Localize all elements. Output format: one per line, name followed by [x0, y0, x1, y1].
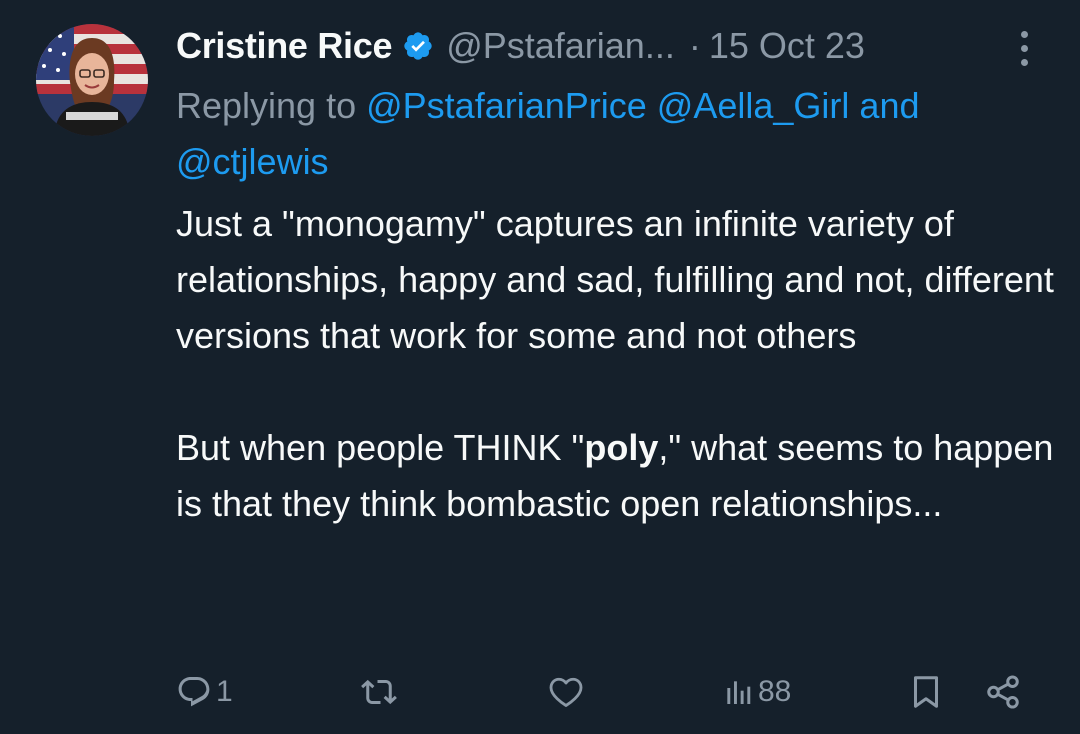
- replying-to-label: Replying to: [176, 85, 357, 126]
- reply-button[interactable]: 1: [176, 664, 233, 720]
- mention-link[interactable]: @PstafarianPrice: [366, 85, 647, 126]
- mention-link[interactable]: @Aella_Girl: [657, 85, 850, 126]
- views-icon: [722, 674, 754, 710]
- tweet-paragraph: Just a "monogamy" captures an infinite v…: [176, 203, 1054, 356]
- separator-dot: ·: [688, 25, 701, 66]
- action-bar: 1 88: [0, 664, 1080, 720]
- author-name[interactable]: Cristine Rice: [176, 22, 392, 70]
- bookmark-button[interactable]: [908, 664, 944, 720]
- views-button[interactable]: 88: [722, 664, 791, 720]
- avatar-image: [36, 24, 148, 136]
- tweet-text: Just a "monogamy" captures an infinite v…: [176, 196, 1056, 532]
- share-icon: [984, 673, 1022, 711]
- tweet-paragraph: But when people THINK "poly," what seems…: [176, 420, 1056, 532]
- text-segment: But when people THINK ": [176, 427, 585, 468]
- tweet-header: Cristine Rice @Pstafarian... · 15 Oct 23: [176, 22, 865, 70]
- avatar[interactable]: [36, 24, 148, 136]
- mention-link[interactable]: @ctjlewis: [176, 141, 329, 182]
- more-icon[interactable]: [1010, 30, 1038, 66]
- bold-text: poly: [584, 427, 659, 468]
- reply-count: 1: [216, 675, 233, 708]
- retweet-icon: [360, 674, 398, 710]
- tweet-date[interactable]: 15 Oct 23: [709, 22, 865, 70]
- bookmark-icon: [908, 673, 944, 711]
- heart-icon: [548, 674, 584, 710]
- reply-icon: [176, 674, 212, 710]
- mention-joiner[interactable]: and: [859, 85, 919, 126]
- views-count: 88: [758, 675, 792, 708]
- share-button[interactable]: [984, 664, 1022, 720]
- verified-badge-icon[interactable]: [402, 30, 434, 62]
- author-handle[interactable]: @Pstafarian...: [446, 22, 675, 70]
- retweet-button[interactable]: [360, 664, 398, 720]
- like-button[interactable]: [548, 664, 584, 720]
- replying-to-line: Replying to @PstafarianPrice @Aella_Girl…: [176, 78, 1056, 190]
